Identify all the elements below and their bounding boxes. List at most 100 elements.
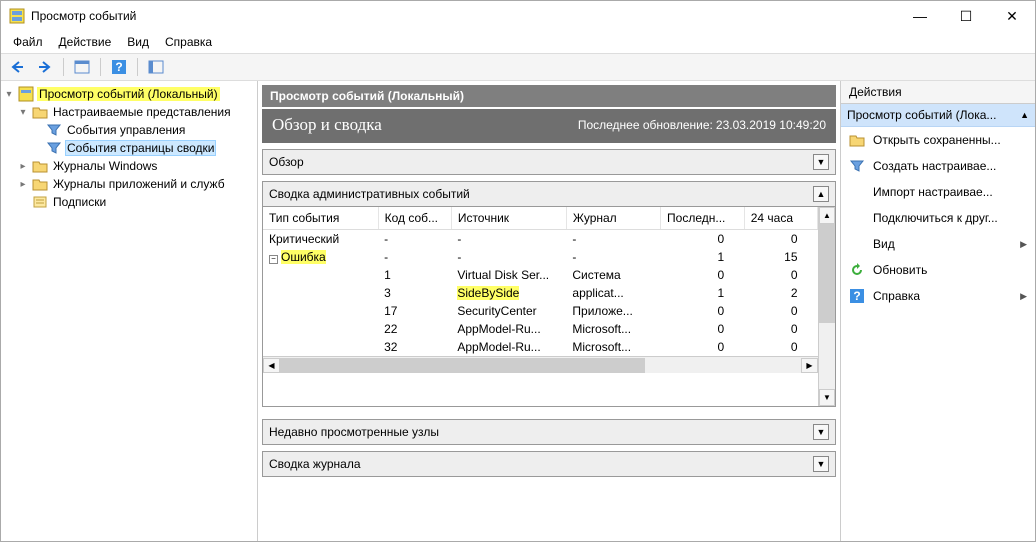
section-title: Недавно просмотренные узлы [269, 425, 813, 439]
col-source[interactable]: Источник [451, 207, 566, 230]
scroll-up-icon[interactable]: ▲ [819, 207, 835, 224]
action-label: Создать настраивае... [873, 159, 996, 173]
panel-icon [74, 59, 90, 75]
section-recent-nodes[interactable]: Недавно просмотренные узлы ▼ [262, 419, 836, 445]
help-button[interactable]: ? [107, 56, 131, 78]
action-refresh[interactable]: Обновить [841, 257, 1035, 283]
minimize-button[interactable]: — [897, 1, 943, 31]
open-icon [849, 132, 865, 148]
table-row[interactable]: 3SideBySideapplicat...12 [263, 284, 818, 302]
collapse-icon[interactable]: ▾ [17, 107, 29, 118]
back-button[interactable] [5, 56, 29, 78]
filter-icon [46, 122, 62, 138]
menu-help[interactable]: Справка [157, 35, 220, 49]
collapse-icon[interactable]: ▾ [3, 89, 15, 100]
action-open-saved[interactable]: Открыть сохраненны... [841, 127, 1035, 153]
col-code[interactable]: Код соб... [378, 207, 451, 230]
scroll-left-icon[interactable]: ◀ [263, 358, 280, 373]
action-label: Открыть сохраненны... [873, 133, 1001, 147]
tree-subscriptions[interactable]: Подписки [3, 193, 255, 211]
chevron-down-icon[interactable]: ▼ [813, 456, 829, 472]
folder-icon [32, 158, 48, 174]
action-create-custom[interactable]: Создать настраивае... [841, 153, 1035, 179]
tree-win-logs[interactable]: ▸ Журналы Windows [3, 157, 255, 175]
blank-icon [849, 236, 865, 252]
blank-icon [849, 210, 865, 226]
tree-pane: ▾ Просмотр событий (Локальный) ▾ Настраи… [1, 81, 258, 541]
tree-root-label: Просмотр событий (Локальный) [37, 87, 220, 101]
col-type[interactable]: Тип события [263, 207, 378, 230]
folder-filter-icon [32, 104, 48, 120]
collapse-icon[interactable]: ▲ [1020, 110, 1029, 120]
section-overview[interactable]: Обзор ▼ [262, 149, 836, 175]
section-admin-summary[interactable]: Сводка административных событий ▲ [262, 181, 836, 207]
menu-action[interactable]: Действие [51, 35, 120, 49]
action-label: Обновить [873, 263, 927, 277]
tree-label: Журналы приложений и служб [51, 177, 227, 191]
vertical-scrollbar[interactable]: ▲ ▼ [818, 207, 835, 406]
menu-file[interactable]: Файл [5, 35, 51, 49]
actions-header[interactable]: Просмотр событий (Лока... ▲ [841, 104, 1035, 127]
table-row[interactable]: −Ошибка---115 [263, 248, 818, 266]
expand-icon[interactable]: ▸ [17, 179, 29, 190]
action-help[interactable]: ? Справка ▶ [841, 283, 1035, 309]
tree-label: Подписки [51, 195, 108, 209]
overview-heading: Обзор и сводка [272, 115, 382, 135]
close-button[interactable]: ✕ [989, 1, 1035, 31]
col-last[interactable]: Последн... [661, 207, 745, 230]
chevron-down-icon[interactable]: ▼ [813, 154, 829, 170]
tree-label: События страницы сводки [65, 140, 216, 156]
action-label: Импорт настраивае... [873, 185, 993, 199]
scroll-down-icon[interactable]: ▼ [819, 389, 835, 406]
chevron-up-icon[interactable]: ▲ [813, 186, 829, 202]
tree-custom-views[interactable]: ▾ Настраиваемые представления [3, 103, 255, 121]
action-connect[interactable]: Подключиться к друг... [841, 205, 1035, 231]
main-title: Просмотр событий (Локальный) [262, 85, 836, 107]
window-title: Просмотр событий [31, 9, 897, 23]
last-update: Последнее обновление: 23.03.2019 10:49:2… [578, 118, 826, 132]
scrollbar-thumb[interactable] [280, 358, 645, 373]
panel2-icon [148, 59, 164, 75]
col-log[interactable]: Журнал [566, 207, 660, 230]
tree-mgmt-events[interactable]: События управления [3, 121, 255, 139]
col-24h[interactable]: 24 часа [744, 207, 817, 230]
horizontal-scrollbar[interactable]: ◀ ▶ [263, 356, 818, 373]
arrow-right-icon [37, 59, 53, 75]
submenu-arrow-icon: ▶ [1020, 239, 1027, 250]
svg-text:?: ? [853, 289, 860, 303]
table-row[interactable]: Критический---00 [263, 230, 818, 249]
toolbar: ? [1, 53, 1035, 81]
actions-title: Действия [841, 81, 1035, 104]
tree-summary-events[interactable]: События страницы сводки [3, 139, 255, 157]
tree-root[interactable]: ▾ Просмотр событий (Локальный) [3, 85, 255, 103]
scrollbar-thumb[interactable] [819, 224, 835, 323]
show-tree-button[interactable] [70, 56, 94, 78]
table-row[interactable]: 22AppModel-Ru...Microsoft...00 [263, 320, 818, 338]
section-title: Обзор [269, 155, 813, 169]
menu-view[interactable]: Вид [119, 35, 157, 49]
properties-button[interactable] [144, 56, 168, 78]
admin-events-table: Тип события Код соб... Источник Журнал П… [263, 207, 818, 356]
table-row[interactable]: 17SecurityCenterПриложе...00 [263, 302, 818, 320]
actions-pane: Действия Просмотр событий (Лока... ▲ Отк… [840, 81, 1035, 541]
chevron-down-icon[interactable]: ▼ [813, 424, 829, 440]
filter-icon [46, 140, 62, 156]
action-label: Вид [873, 237, 895, 251]
row-collapse-icon[interactable]: − [269, 255, 278, 264]
table-row[interactable]: 1Virtual Disk Ser...Система00 [263, 266, 818, 284]
action-label: Справка [873, 289, 920, 303]
table-row[interactable]: 32AppModel-Ru...Microsoft...00 [263, 338, 818, 356]
expand-icon[interactable]: ▸ [17, 161, 29, 172]
titlebar: Просмотр событий — ☐ ✕ [1, 1, 1035, 31]
tree-app-services[interactable]: ▸ Журналы приложений и служб [3, 175, 255, 193]
subscription-icon [32, 194, 48, 210]
section-log-summary[interactable]: Сводка журнала ▼ [262, 451, 836, 477]
action-import-custom[interactable]: Импорт настраивае... [841, 179, 1035, 205]
maximize-button[interactable]: ☐ [943, 1, 989, 31]
overview-bar: Обзор и сводка Последнее обновление: 23.… [262, 109, 836, 143]
scroll-right-icon[interactable]: ▶ [801, 358, 818, 373]
action-view[interactable]: Вид ▶ [841, 231, 1035, 257]
section-title: Сводка журнала [269, 457, 813, 471]
filter-icon [849, 158, 865, 174]
forward-button[interactable] [33, 56, 57, 78]
